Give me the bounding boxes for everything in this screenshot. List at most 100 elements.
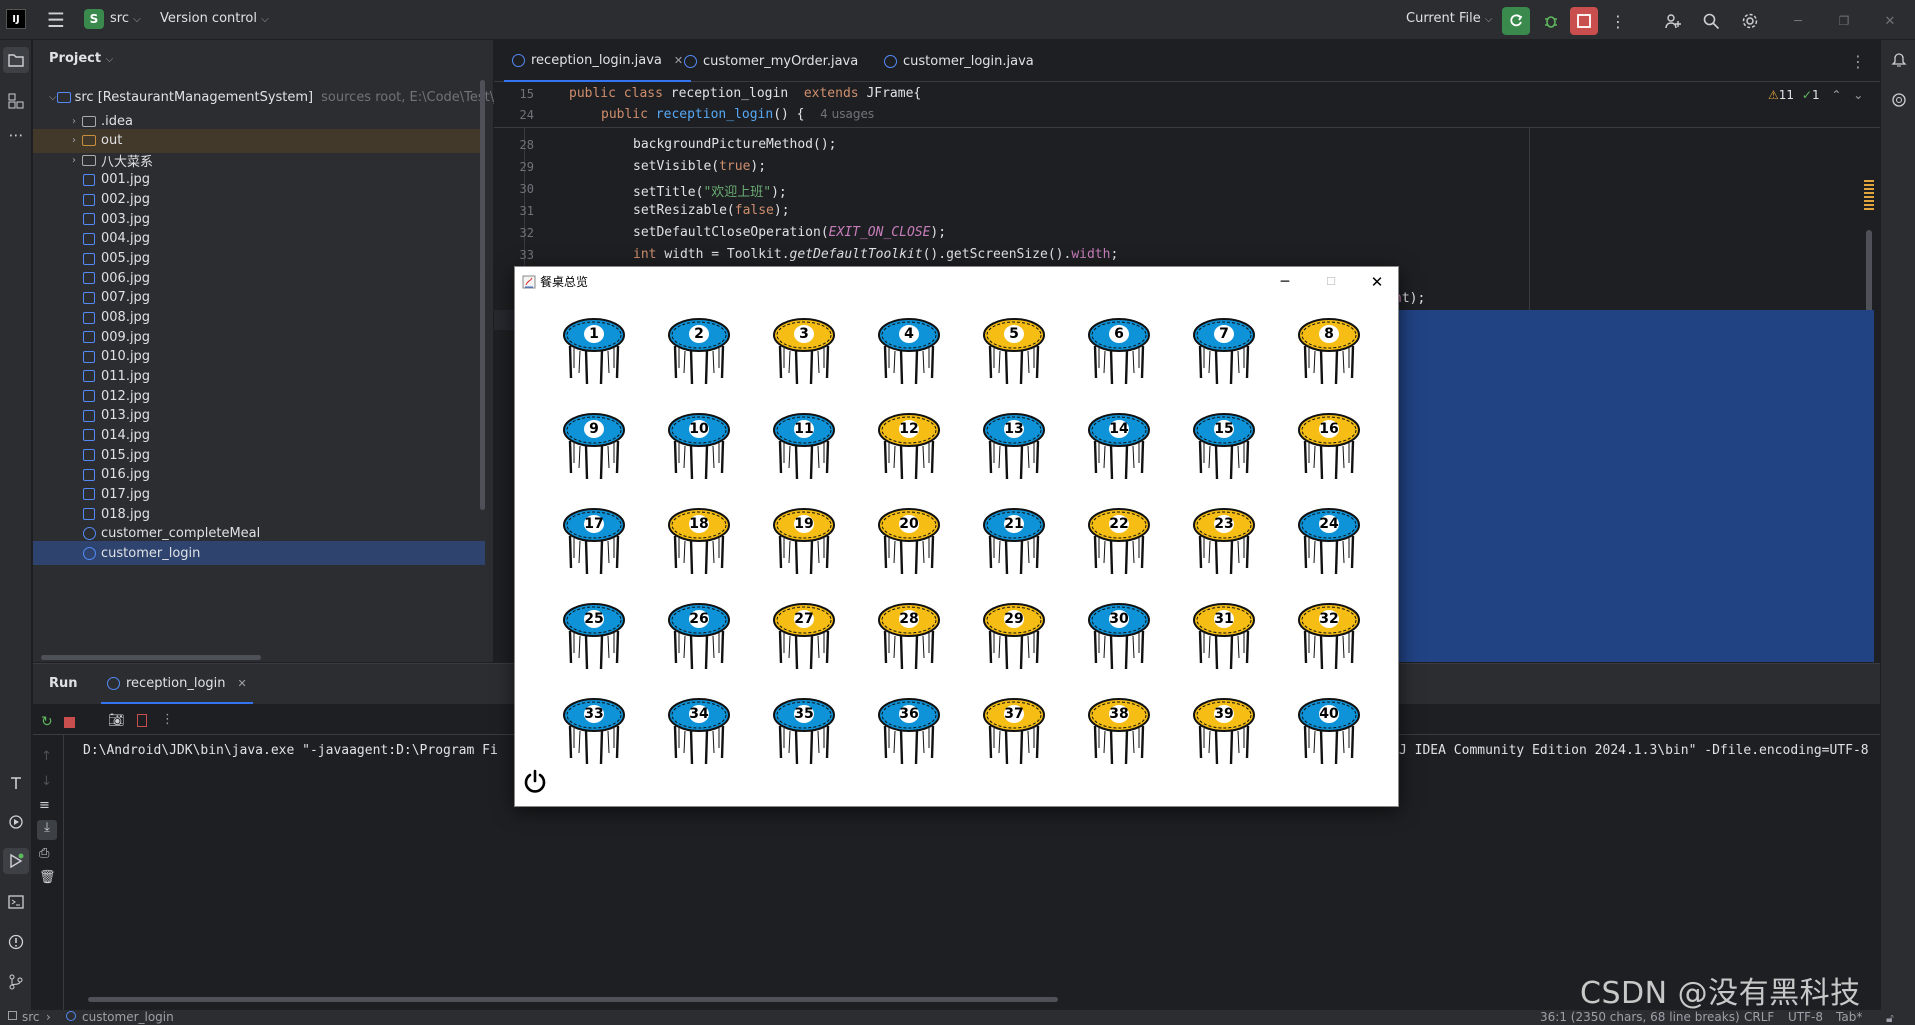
dining-table[interactable]: 18	[665, 508, 733, 584]
dining-table[interactable]: 22	[1085, 508, 1153, 584]
project-panel-header[interactable]: Project ⌵	[49, 51, 113, 66]
dining-table[interactable]: 31	[1190, 603, 1258, 679]
dining-table[interactable]: 4	[875, 318, 943, 394]
search-button[interactable]	[1697, 7, 1725, 35]
dining-table[interactable]: 27	[770, 603, 838, 679]
window-minimize-icon[interactable]: ─	[1262, 267, 1308, 296]
inspection-widget[interactable]: ⚠11 ✓1 ⌃ ⌄	[1768, 88, 1863, 102]
dining-table[interactable]: 39	[1190, 698, 1258, 774]
more-tools-icon[interactable]: ⋯	[3, 122, 29, 148]
dining-table[interactable]: 7	[1190, 318, 1258, 394]
dining-table[interactable]: 36	[875, 698, 943, 774]
terminal-tool-icon[interactable]	[3, 889, 29, 915]
add-user-button[interactable]	[1659, 7, 1687, 35]
file-encoding[interactable]: UTF-8	[1788, 1010, 1823, 1024]
dining-table[interactable]: 11	[770, 413, 838, 489]
dining-table[interactable]: 15	[1190, 413, 1258, 489]
chevron-right-icon[interactable]: ›	[67, 135, 81, 146]
dining-table[interactable]: 2	[665, 318, 733, 394]
problems-tool-icon[interactable]	[3, 929, 29, 955]
scroll-to-end-icon[interactable]: ⤓	[37, 820, 57, 840]
dining-table[interactable]: 32	[1295, 603, 1363, 679]
arrow-down-icon[interactable]: ↓	[41, 774, 52, 789]
dining-table[interactable]: 12	[875, 413, 943, 489]
settings-button[interactable]	[1736, 7, 1764, 35]
dining-table[interactable]: 24	[1295, 508, 1363, 584]
dining-table[interactable]: 5	[980, 318, 1048, 394]
project-badge[interactable]: S	[84, 9, 104, 29]
run-config-selector[interactable]: Current File ⌵	[1406, 11, 1492, 26]
git-tool-icon[interactable]	[3, 969, 29, 995]
lock-icon[interactable]: 🔓︎	[1886, 1011, 1894, 1025]
notifications-icon[interactable]	[1886, 47, 1912, 73]
stop-icon[interactable]	[64, 717, 75, 728]
dining-table[interactable]: 10	[665, 413, 733, 489]
dining-table[interactable]: 26	[665, 603, 733, 679]
dining-table[interactable]: 35	[770, 698, 838, 774]
structure-tool-icon[interactable]	[3, 88, 29, 114]
close-icon[interactable]: ✕	[1876, 7, 1904, 35]
more-actions-icon[interactable]: ⋮	[1604, 7, 1632, 35]
tab-run-reception-login[interactable]: reception_login ✕	[101, 664, 253, 704]
services-tool-icon[interactable]	[3, 809, 29, 835]
intellij-logo-icon[interactable]: IJ	[6, 9, 26, 29]
tab-more-icon[interactable]: ⋮	[1850, 40, 1866, 82]
dining-table[interactable]: 17	[560, 508, 628, 584]
dining-table[interactable]: 9	[560, 413, 628, 489]
dining-table[interactable]: 30	[1085, 603, 1153, 679]
chevron-right-icon[interactable]: ›	[67, 155, 81, 166]
warning-stripe-marker[interactable]	[1864, 180, 1874, 210]
power-icon[interactable]	[522, 769, 548, 795]
breadcrumb-customer-login[interactable]: customer_login	[82, 1010, 174, 1024]
close-tab-icon[interactable]: ✕	[674, 54, 683, 67]
arrow-up-icon[interactable]: ↑	[41, 749, 52, 764]
dining-table[interactable]: 21	[980, 508, 1048, 584]
tree-root-src[interactable]: ⌵ src [RestaurantManagementSystem] sourc…	[33, 85, 506, 109]
dining-table[interactable]: 29	[980, 603, 1048, 679]
dining-table[interactable]: 33	[560, 698, 628, 774]
build-tool-icon[interactable]	[3, 770, 29, 796]
dining-table[interactable]: 16	[1295, 413, 1363, 489]
minimize-icon[interactable]: ─	[1784, 7, 1812, 35]
indent-setting[interactable]: Tab*	[1836, 1010, 1862, 1024]
window-close-icon[interactable]: ✕	[1354, 267, 1400, 296]
dining-table[interactable]: 8	[1295, 318, 1363, 394]
ai-assistant-icon[interactable]	[1886, 87, 1912, 113]
dining-table[interactable]: 37	[980, 698, 1048, 774]
dining-table[interactable]: 40	[1295, 698, 1363, 774]
chevron-right-icon[interactable]: ›	[67, 116, 81, 127]
dining-table[interactable]: 20	[875, 508, 943, 584]
camera-icon[interactable]: 📷︎	[108, 713, 125, 728]
window-title-bar[interactable]: 餐桌总览 ─ ☐ ✕	[515, 267, 1398, 296]
dining-table[interactable]: 1	[560, 318, 628, 394]
export-icon[interactable]	[137, 714, 147, 727]
tab-reception-login[interactable]: reception_login.java ✕	[504, 40, 692, 82]
tab-customer-login[interactable]: customer_login.java	[884, 40, 1034, 82]
dining-table[interactable]: 6	[1085, 318, 1153, 394]
tree-item[interactable]: customer_login	[33, 541, 485, 566]
dining-table[interactable]: 14	[1085, 413, 1153, 489]
hamburger-menu-icon[interactable]: ☰	[44, 8, 68, 32]
dining-table[interactable]: 19	[770, 508, 838, 584]
stop-button[interactable]	[1570, 7, 1598, 35]
run-tool-icon[interactable]	[3, 848, 29, 874]
chevron-up-icon[interactable]: ⌃	[1831, 88, 1841, 102]
chevron-down-icon[interactable]: ⌄	[1853, 88, 1863, 102]
rerun-icon[interactable]: ↻	[41, 714, 53, 730]
dining-table[interactable]: 28	[875, 603, 943, 679]
breadcrumb-src[interactable]: src	[22, 1010, 40, 1024]
close-tab-icon[interactable]: ✕	[238, 677, 247, 690]
soft-wrap-icon[interactable]: ≡	[39, 798, 50, 813]
rerun-button[interactable]	[1502, 7, 1530, 35]
dining-table[interactable]: 3	[770, 318, 838, 394]
dining-table[interactable]: 38	[1085, 698, 1153, 774]
project-tool-icon[interactable]	[3, 47, 29, 73]
usages-hint[interactable]: 4 usages	[820, 107, 874, 121]
more-actions-icon[interactable]: ⋮	[161, 712, 174, 727]
caret-position[interactable]: 36:1 (2350 chars, 68 line breaks)	[1540, 1010, 1740, 1024]
print-icon[interactable]: ⎙	[39, 846, 49, 861]
version-control-selector[interactable]: Version control ⌵	[160, 11, 269, 26]
dining-table[interactable]: 23	[1190, 508, 1258, 584]
dining-table[interactable]: 13	[980, 413, 1048, 489]
line-separator[interactable]: CRLF	[1744, 1010, 1774, 1024]
